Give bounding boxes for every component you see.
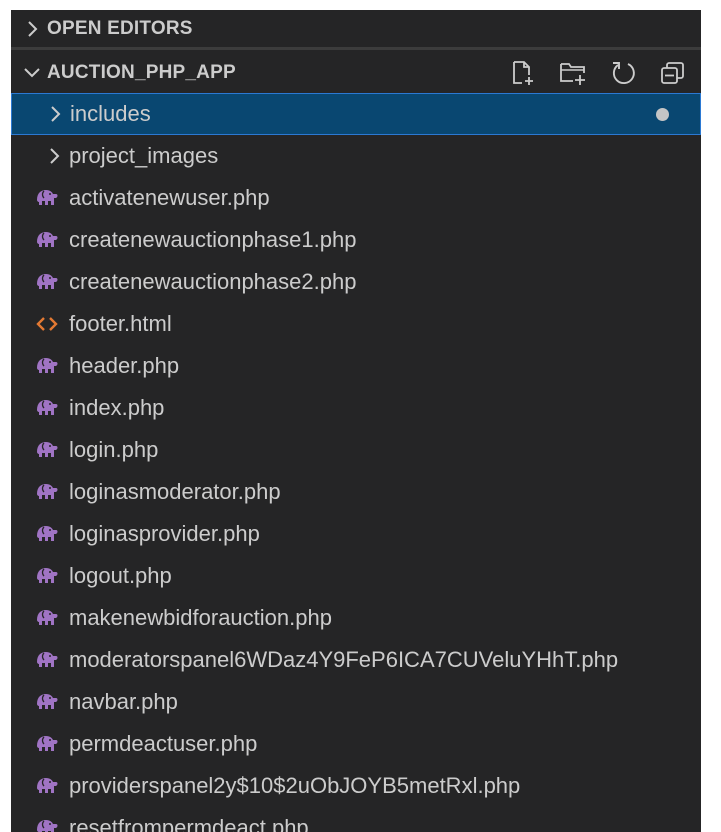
php-elephant-icon bbox=[35, 608, 69, 628]
chevron-down-icon bbox=[19, 66, 45, 80]
new-file-icon[interactable] bbox=[505, 55, 541, 91]
php-elephant-icon bbox=[35, 482, 69, 502]
collapse-all-icon[interactable] bbox=[655, 55, 691, 91]
file-label: loginasprovider.php bbox=[69, 521, 260, 546]
tree-folder-includes[interactable]: includes bbox=[11, 93, 701, 135]
html-icon bbox=[35, 314, 69, 334]
tree-file-item[interactable]: logout.php bbox=[11, 555, 701, 597]
file-label: header.php bbox=[69, 353, 180, 378]
file-label: makenewbidforauction.php bbox=[69, 605, 332, 630]
php-elephant-icon bbox=[35, 188, 69, 208]
refresh-icon[interactable] bbox=[605, 55, 641, 91]
tree-file-item[interactable]: providerspanel2y$10$2uObJOYB5metRxl.php bbox=[11, 765, 701, 807]
file-label: moderatorspanel6WDaz4Y9FeP6ICA7CUVeluYHh… bbox=[69, 647, 619, 672]
tree-file-item[interactable]: login.php bbox=[11, 429, 701, 471]
file-label: index.php bbox=[69, 395, 165, 420]
tree-file-item[interactable]: permdeactuser.php bbox=[11, 723, 701, 765]
folder-label: project_images bbox=[69, 143, 219, 168]
file-label: logout.php bbox=[69, 563, 172, 588]
tree-file-item[interactable]: index.php bbox=[11, 387, 701, 429]
tree-file-item[interactable]: resetfrompermdeact.php bbox=[11, 807, 701, 832]
chevron-right-icon bbox=[19, 20, 45, 38]
new-folder-icon[interactable] bbox=[555, 55, 591, 91]
editor-edge bbox=[701, 10, 721, 832]
chevron-right-icon bbox=[40, 104, 70, 124]
tree-file-item[interactable]: createnewauctionphase1.php bbox=[11, 219, 701, 261]
file-label: navbar.php bbox=[69, 689, 178, 714]
open-editors-header[interactable]: OPEN EDITORS bbox=[11, 10, 701, 50]
file-label: loginasmoderator.php bbox=[69, 479, 281, 504]
file-label: activatenewuser.php bbox=[69, 185, 270, 210]
tree-file-item[interactable]: createnewauctionphase2.php bbox=[11, 261, 701, 303]
file-label: resetfrompermdeact.php bbox=[69, 815, 309, 832]
chevron-right-icon bbox=[39, 146, 69, 166]
explorer-actions bbox=[505, 53, 691, 93]
open-editors-label: OPEN EDITORS bbox=[47, 17, 193, 39]
php-elephant-icon bbox=[35, 272, 69, 292]
php-elephant-icon bbox=[35, 398, 69, 418]
php-elephant-icon bbox=[35, 566, 69, 586]
file-tree: includes project_images activatenewuser.… bbox=[11, 93, 701, 832]
file-label: providerspanel2y$10$2uObJOYB5metRxl.php bbox=[69, 773, 521, 798]
tree-file-item[interactable]: navbar.php bbox=[11, 681, 701, 723]
php-elephant-icon bbox=[35, 440, 69, 460]
tree-file-item[interactable]: activatenewuser.php bbox=[11, 177, 701, 219]
tree-file-item[interactable]: moderatorspanel6WDaz4Y9FeP6ICA7CUVeluYHh… bbox=[11, 639, 701, 681]
tree-file-item[interactable]: footer.html bbox=[11, 303, 701, 345]
php-elephant-icon bbox=[35, 818, 69, 832]
folder-label: includes bbox=[70, 101, 151, 126]
php-elephant-icon bbox=[35, 692, 69, 712]
explorer-panel: OPEN EDITORS AUCTION_PHP_APP includes pr… bbox=[11, 10, 701, 832]
php-elephant-icon bbox=[35, 734, 69, 754]
php-elephant-icon bbox=[35, 776, 69, 796]
file-label: createnewauctionphase1.php bbox=[69, 227, 357, 252]
file-label: permdeactuser.php bbox=[69, 731, 258, 756]
tree-file-item[interactable]: loginasmoderator.php bbox=[11, 471, 701, 513]
tree-folder-project-images[interactable]: project_images bbox=[11, 135, 701, 177]
project-folder-label: AUCTION_PHP_APP bbox=[47, 62, 236, 83]
php-elephant-icon bbox=[35, 230, 69, 250]
file-label: login.php bbox=[69, 437, 159, 462]
file-label: createnewauctionphase2.php bbox=[69, 269, 357, 294]
file-label: footer.html bbox=[69, 311, 172, 336]
php-elephant-icon bbox=[35, 356, 69, 376]
php-elephant-icon bbox=[35, 650, 69, 670]
project-folder-header[interactable]: AUCTION_PHP_APP bbox=[11, 53, 701, 93]
tree-file-item[interactable]: header.php bbox=[11, 345, 701, 387]
modified-dot-icon bbox=[656, 108, 669, 121]
php-elephant-icon bbox=[35, 524, 69, 544]
tree-file-item[interactable]: makenewbidforauction.php bbox=[11, 597, 701, 639]
tree-file-item[interactable]: loginasprovider.php bbox=[11, 513, 701, 555]
